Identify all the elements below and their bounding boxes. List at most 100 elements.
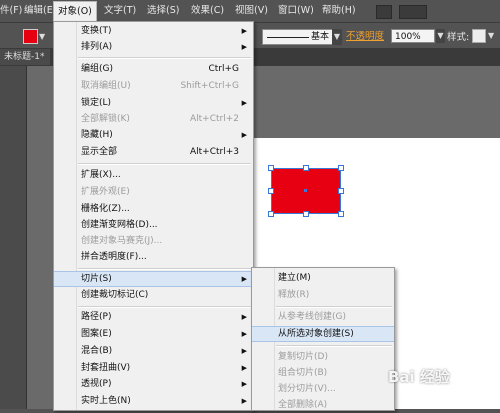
- selection-center-point: [304, 189, 307, 192]
- menu-separator: [276, 345, 392, 347]
- menu-effect[interactable]: 效果(C): [187, 0, 228, 22]
- selection-handle[interactable]: [338, 188, 344, 194]
- document-tab[interactable]: 未标题-1*: [0, 49, 51, 65]
- menu-item-label: 取消编组(U): [81, 81, 131, 91]
- selection-handle[interactable]: [338, 211, 344, 217]
- submenu-arrow-icon: ▶: [241, 99, 247, 107]
- submenu-arrow-icon: ▶: [241, 330, 247, 338]
- opacity-input[interactable]: 100%: [391, 29, 435, 43]
- style-dropdown-icon[interactable]: ▼: [488, 31, 494, 40]
- fill-color-swatch[interactable]: [23, 29, 38, 44]
- style-label: 样式:: [447, 32, 470, 43]
- menu-item-show-all[interactable]: 显示全部 Alt+Ctrl+3: [54, 144, 253, 160]
- bridge-icon[interactable]: [376, 5, 392, 19]
- menu-item-label: 扩展(X)...: [81, 170, 121, 180]
- menu-item-flatten-transparency[interactable]: 拼合透明度(F)...: [54, 249, 253, 265]
- selection-handle[interactable]: [268, 165, 274, 171]
- menu-item-blend[interactable]: 混合(B) ▶: [54, 343, 253, 359]
- menu-item-shortcut: Alt+Ctrl+2: [189, 114, 239, 124]
- menu-separator: [78, 57, 251, 59]
- menu-item-lock[interactable]: 锁定(L) ▶: [54, 95, 253, 111]
- menu-item-path[interactable]: 路径(P) ▶: [54, 309, 253, 325]
- menu-item-label: 划分切片(V)...: [278, 384, 336, 394]
- menu-item-label: 建立(M): [278, 273, 311, 283]
- selection-handle[interactable]: [268, 211, 274, 217]
- submenu-arrow-icon: ▶: [241, 27, 247, 35]
- menu-item-label: 编组(G): [81, 64, 113, 74]
- stroke-profile-select[interactable]: 基本: [262, 29, 340, 45]
- menu-item-duplicate-slice[interactable]: 复制切片(D): [252, 349, 394, 365]
- submenu-arrow-icon: ▶: [241, 380, 247, 388]
- stroke-profile-label: 基本: [311, 32, 330, 42]
- opacity-dropdown-icon[interactable]: ▼: [436, 29, 445, 43]
- menu-item-delete-all[interactable]: 全部删除(A): [252, 397, 394, 413]
- menu-item-arrange[interactable]: 排列(A) ▶: [54, 39, 253, 55]
- menu-item-label: 显示全部: [81, 147, 118, 157]
- menu-item-label: 从所选对象创建(S): [278, 329, 354, 339]
- menu-item-live-paint[interactable]: 实时上色(N) ▶: [54, 393, 253, 409]
- menu-separator: [78, 268, 251, 270]
- menu-item-unlock-all[interactable]: 全部解锁(K) Alt+Ctrl+2: [54, 111, 253, 127]
- menu-item-label: 实时上色(N): [81, 396, 131, 406]
- menu-item-divide-slice[interactable]: 划分切片(V)...: [252, 381, 394, 397]
- menu-item-transform[interactable]: 变换(T) ▶: [54, 23, 253, 39]
- menu-item-expand-appearance[interactable]: 扩展外观(E): [54, 184, 253, 200]
- menu-window[interactable]: 窗口(W): [274, 0, 318, 22]
- menu-item-envelope-distort[interactable]: 封套扭曲(V) ▶: [54, 360, 253, 376]
- menu-item-label: 路径(P): [81, 312, 112, 322]
- menu-item-label: 排列(A): [81, 42, 113, 52]
- menu-item-create-gradient-mesh[interactable]: 创建渐变网格(D)...: [54, 217, 253, 233]
- menu-item-make-slice[interactable]: 建立(M): [252, 270, 394, 286]
- menu-item-label: 图案(E): [81, 329, 112, 339]
- submenu-arrow-icon: ▶: [241, 43, 247, 51]
- menu-item-label: 拼合透明度(F)...: [81, 252, 147, 262]
- submenu-arrow-icon: ▶: [241, 364, 247, 372]
- menu-object[interactable]: 对象(O): [53, 1, 97, 23]
- fill-dropdown-icon[interactable]: ▼: [39, 32, 45, 41]
- tools-panel: [0, 66, 27, 409]
- selection-handle[interactable]: [338, 165, 344, 171]
- graphic-style-swatch[interactable]: [472, 29, 486, 43]
- menu-item-label: 全部删除(A): [278, 400, 328, 410]
- menu-item-group[interactable]: 编组(G) Ctrl+G: [54, 61, 253, 77]
- menu-item-label: 透视(P): [81, 379, 112, 389]
- menu-bar: 件(F) 编辑(E) 对象(O) 文字(T) 选择(S) 效果(C) 视图(V)…: [0, 0, 500, 23]
- selection-handle[interactable]: [268, 188, 274, 194]
- menu-item-slice[interactable]: 切片(S) ▶: [54, 271, 253, 287]
- menu-item-release-slice[interactable]: 释放(R): [252, 287, 394, 303]
- menu-item-rasterize[interactable]: 栅格化(Z)...: [54, 201, 253, 217]
- menu-item-hide[interactable]: 隐藏(H) ▶: [54, 127, 253, 143]
- menu-item-create-from-guides[interactable]: 从参考线创建(G): [252, 309, 394, 325]
- menu-item-label: 扩展外观(E): [81, 187, 130, 197]
- stroke-preview-line: [267, 37, 309, 38]
- menu-type[interactable]: 文字(T): [100, 0, 140, 22]
- menu-item-label: 变换(T): [81, 26, 112, 36]
- menu-item-label: 创建裁切标记(C): [81, 290, 149, 300]
- menu-item-create-object-mosaic[interactable]: 创建对象马赛克(J)...: [54, 233, 253, 249]
- opacity-label[interactable]: 不透明度: [346, 28, 384, 42]
- menu-separator: [78, 163, 251, 165]
- stroke-dropdown-icon[interactable]: ▼: [332, 29, 342, 45]
- menu-item-label: 封套扭曲(V): [81, 363, 131, 373]
- menu-item-create-from-selection[interactable]: 从所选对象创建(S): [252, 326, 394, 342]
- menu-item-pattern[interactable]: 图案(E) ▶: [54, 326, 253, 342]
- selection-handle[interactable]: [303, 211, 309, 217]
- menu-item-expand[interactable]: 扩展(X)...: [54, 167, 253, 183]
- menu-help[interactable]: 帮助(H): [318, 0, 360, 22]
- menu-item-create-trim-marks[interactable]: 创建裁切标记(C): [54, 287, 253, 303]
- menu-item-label: 切片(S): [81, 274, 112, 284]
- submenu-arrow-icon: ▶: [241, 275, 247, 283]
- watermark: Bai 经验: [388, 368, 450, 386]
- menu-item-perspective[interactable]: 透视(P) ▶: [54, 376, 253, 392]
- submenu-arrow-icon: ▶: [241, 397, 247, 405]
- selection-handle[interactable]: [303, 165, 309, 171]
- menu-item-combine-slices[interactable]: 组合切片(B): [252, 365, 394, 381]
- menu-item-ungroup[interactable]: 取消编组(U) Shift+Ctrl+G: [54, 78, 253, 94]
- menu-item-label: 栅格化(Z)...: [81, 204, 130, 214]
- submenu-arrow-icon: ▶: [241, 347, 247, 355]
- menu-item-label: 从参考线创建(G): [278, 312, 346, 322]
- menu-view[interactable]: 视图(V): [231, 0, 272, 22]
- menu-select[interactable]: 选择(S): [143, 0, 183, 22]
- object-menu: 变换(T) ▶ 排列(A) ▶ 编组(G) Ctrl+G 取消编组(U) Shift+C…: [53, 21, 254, 411]
- arrange-documents-icon[interactable]: [399, 5, 427, 19]
